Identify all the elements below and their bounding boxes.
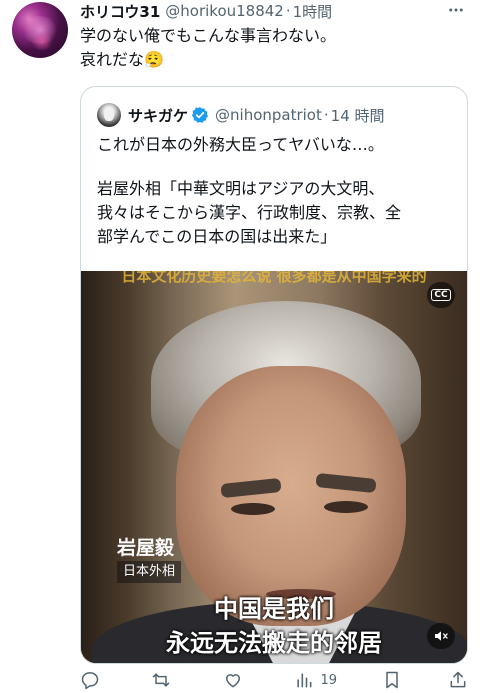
- tweet-time[interactable]: 1時間: [293, 1, 333, 22]
- person-eye-right: [324, 501, 368, 513]
- quote-text-line: 部学んでこの日本の国は出来た」: [97, 227, 337, 246]
- more-icon[interactable]: [446, 0, 466, 20]
- user-handle[interactable]: @horikou18842: [165, 2, 284, 20]
- share-icon: [450, 671, 466, 688]
- quote-text-line: 岩屋外相「中華文明はアジアの大文明、: [97, 179, 385, 198]
- bookmark-button[interactable]: [382, 670, 402, 690]
- tweet-header: ホリコウ31 @horikou18842 · 1時間: [80, 0, 332, 22]
- separator-dot: ·: [285, 2, 291, 20]
- video-subtitle-line1: 中国是我们: [214, 595, 334, 623]
- verified-icon: [191, 107, 209, 123]
- video-name-caption: 岩屋毅: [117, 537, 175, 559]
- views-count: 19: [320, 672, 337, 688]
- bookmark-icon: [386, 671, 399, 689]
- retweet-icon: [153, 673, 170, 687]
- video-role-caption: 日本外相: [117, 561, 182, 583]
- quoted-tweet[interactable]: サキガケ @nihonpatriot · 14 時間 これが日本の外務大臣ってヤ…: [80, 86, 468, 664]
- quote-text-line: 我々はそこから漢字、行政制度、宗教、全: [97, 203, 402, 222]
- quote-header: サキガケ @nihonpatriot · 14 時間: [97, 103, 385, 127]
- video-top-subtitle: 日本文化历史要怎么说 很多都是从中国学来的: [121, 271, 427, 285]
- quote-text: これが日本の外務大臣ってヤバいな…。 岩屋外相「中華文明はアジアの大文明、 我々…: [97, 133, 457, 249]
- action-bar: 19: [80, 668, 468, 692]
- reply-icon: [81, 672, 99, 690]
- mute-icon[interactable]: [427, 623, 455, 649]
- share-button[interactable]: [448, 670, 468, 690]
- like-icon: [225, 674, 240, 688]
- quote-handle[interactable]: @nihonpatriot: [215, 106, 322, 124]
- tweet-text: 学のない俺でもこんな事言わない。 哀れだな😮‍💨: [80, 24, 460, 72]
- like-button[interactable]: [223, 670, 249, 690]
- separator-dot: ·: [323, 106, 329, 124]
- person-eye-left: [231, 503, 275, 515]
- cc-icon[interactable]: CC: [427, 282, 455, 308]
- views-icon: [297, 673, 312, 688]
- video-subtitle-line2: 永远无法搬走的邻居: [166, 629, 382, 657]
- quote-avatar[interactable]: [97, 103, 121, 127]
- quote-time[interactable]: 14 時間: [331, 105, 385, 126]
- quote-text-line: これが日本の外務大臣ってヤバいな…。: [97, 135, 384, 154]
- video-player[interactable]: 日本文化历史要怎么说 很多都是从中国学来的 CC 岩屋毅 日本外相 中国是我们 …: [81, 271, 467, 663]
- tweet-text-line: 哀れだな😮‍💨: [80, 50, 164, 69]
- quote-text-blank: [97, 157, 457, 177]
- person-face: [176, 366, 406, 626]
- display-name[interactable]: ホリコウ31: [80, 1, 160, 22]
- views-button[interactable]: 19: [294, 670, 337, 690]
- quote-display-name[interactable]: サキガケ: [128, 105, 188, 126]
- user-avatar[interactable]: [12, 2, 68, 58]
- reply-button[interactable]: [80, 670, 106, 690]
- retweet-button[interactable]: [151, 670, 177, 690]
- tweet-text-line: 学のない俺でもこんな事言わない。: [80, 26, 337, 45]
- cc-label: CC: [431, 289, 451, 301]
